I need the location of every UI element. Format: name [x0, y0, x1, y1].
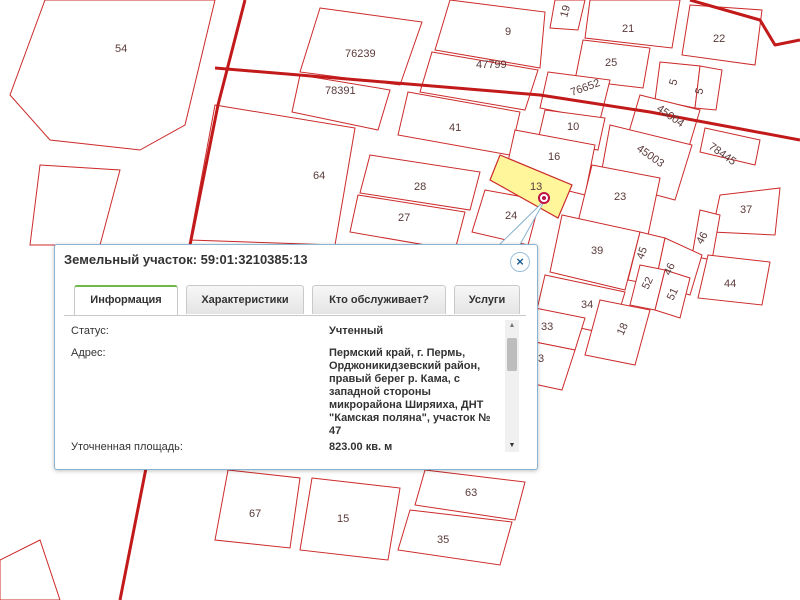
field-value: Учтенный — [329, 325, 384, 337]
parcel-label: 76239 — [345, 48, 376, 60]
popup-title: Земельный участок: 59:01:3210385:13 — [64, 252, 308, 267]
parcel-label: 25 — [605, 57, 617, 69]
tab-who-serves[interactable]: Кто обслуживает? — [312, 285, 446, 314]
parcel-label: 10 — [567, 121, 579, 133]
parcel-label: 16 — [548, 151, 560, 163]
tab-divider — [64, 315, 526, 316]
parcel-label: 41 — [449, 122, 461, 134]
parcel-label: 63 — [465, 487, 477, 499]
parcel-label: 64 — [313, 170, 325, 182]
close-icon[interactable]: × — [510, 252, 530, 272]
parcel-west-lower[interactable] — [29, 164, 121, 246]
popup-tabs: Информация Характеристики Кто обслуживае… — [64, 285, 526, 316]
info-panel: Статус: Учтенный Адрес: Пермский край, г… — [64, 320, 520, 454]
tab-characteristics[interactable]: Характеристики — [186, 285, 304, 314]
parcel-info-popup: Земельный участок: 59:01:3210385:13 × Ин… — [54, 244, 538, 470]
scroll-down-icon[interactable]: ▼ — [505, 440, 519, 452]
parcel-label: 27 — [398, 212, 410, 224]
location-marker-icon[interactable] — [538, 192, 550, 204]
parcel-label: 21 — [622, 23, 634, 35]
parcel-label: 47799 — [476, 59, 507, 71]
parcel-label: 15 — [337, 513, 349, 525]
field-label: Статус: — [71, 325, 109, 337]
field-label: Адрес: — [71, 347, 106, 359]
scroll-thumb[interactable] — [507, 338, 517, 371]
parcel-54[interactable] — [9, 0, 216, 151]
parcel-label: 23 — [614, 191, 626, 203]
info-scrollbar[interactable]: ▲ ▼ — [505, 320, 519, 452]
parcel-76239[interactable] — [299, 7, 423, 86]
parcel-label: 34 — [581, 299, 593, 311]
parcel-label: 9 — [505, 26, 511, 38]
parcel-label: 67 — [249, 508, 261, 520]
field-value: Пермский край, г. Пермь, Орджоникидзевск… — [329, 347, 491, 437]
parcel-15[interactable] — [299, 477, 401, 561]
parcel-label: 3 — [538, 353, 544, 365]
parcel-label: 54 — [115, 43, 127, 55]
parcel-35[interactable] — [397, 509, 513, 566]
tab-services[interactable]: Услуги — [454, 285, 520, 314]
parcel-label: 35 — [437, 534, 449, 546]
parcel-label: 22 — [713, 33, 725, 45]
parcel-label: 24 — [505, 210, 517, 222]
parcel-label: 44 — [724, 278, 736, 290]
scroll-up-icon[interactable]: ▲ — [505, 320, 519, 332]
field-value: 823.00 кв. м — [329, 441, 393, 453]
parcel-label: 28 — [414, 181, 426, 193]
parcel-label: 13 — [530, 181, 542, 193]
tab-info[interactable]: Информация — [74, 285, 178, 316]
parcel-label: 78391 — [325, 85, 356, 97]
parcel-label: 33 — [541, 321, 553, 333]
parcel-label: 39 — [591, 245, 603, 257]
field-label: Уточненная площадь: — [71, 441, 183, 453]
parcel-sw[interactable] — [0, 539, 61, 600]
parcel-label: 37 — [740, 204, 752, 216]
